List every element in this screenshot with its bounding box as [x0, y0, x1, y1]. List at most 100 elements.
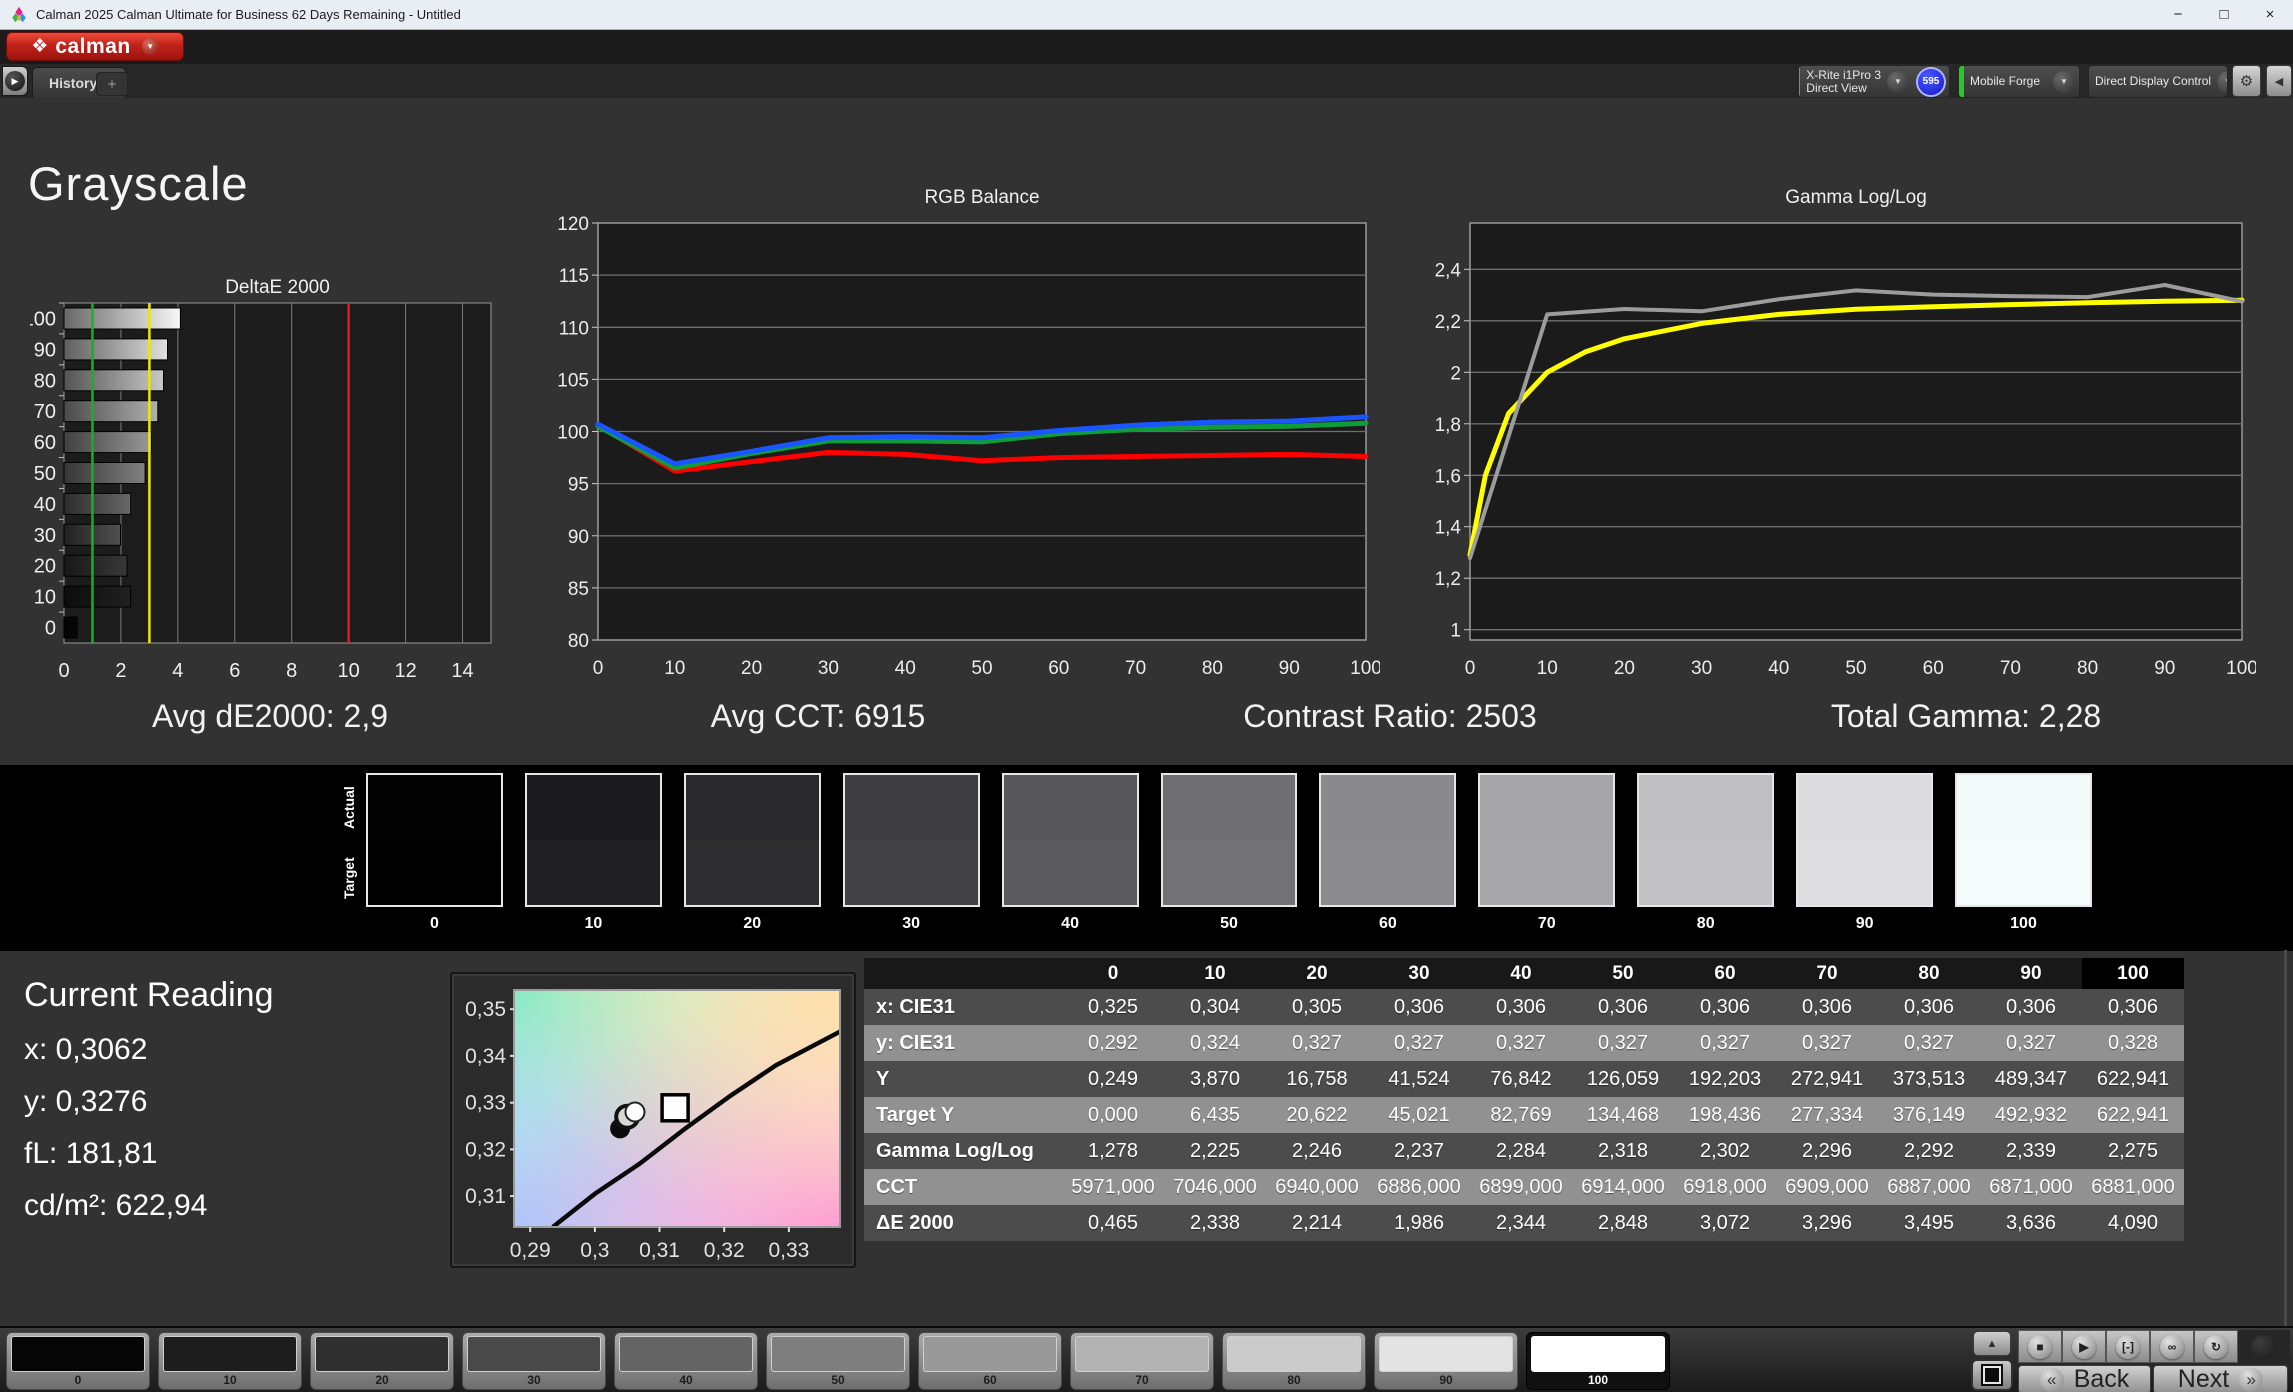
level-button-40[interactable]: 40 — [614, 1332, 758, 1390]
table-cell: 0,304 — [1164, 989, 1266, 1025]
display-control-dropdown[interactable]: Direct Display Control ▼ — [2088, 65, 2228, 98]
svg-text:95: 95 — [568, 475, 589, 496]
svg-text:Gamma Log/Log: Gamma Log/Log — [1785, 187, 1927, 208]
svg-text:120: 120 — [557, 214, 589, 235]
level-label: 30 — [467, 1372, 601, 1387]
table-cell: 6871,000 — [1980, 1169, 2082, 1205]
maximize-button[interactable]: □ — [2201, 0, 2247, 29]
svg-text:90: 90 — [34, 339, 56, 361]
level-button-100[interactable]: 100 — [1526, 1332, 1670, 1390]
target-half — [1004, 840, 1137, 905]
level-button-10[interactable]: 10 — [158, 1332, 302, 1390]
target-half — [1957, 840, 2090, 905]
column-header-40: 40 — [1470, 958, 1572, 989]
table-cell: 272,941 — [1776, 1061, 1878, 1097]
table-cell: 0,000 — [1062, 1097, 1164, 1133]
meter-count-badge: 595 — [1916, 67, 1946, 97]
sidebar-expand-button[interactable]: ▶ — [2, 66, 28, 96]
level-button-90[interactable]: 90 — [1374, 1332, 1518, 1390]
current-reading-title: Current Reading — [24, 976, 273, 1015]
pattern-window-button[interactable]: [-] — [2106, 1330, 2150, 1363]
actual-half — [1480, 775, 1613, 840]
svg-text:1,2: 1,2 — [1435, 569, 1461, 590]
table-cell: 492,932 — [1980, 1097, 2082, 1133]
svg-text:60: 60 — [1048, 658, 1069, 679]
calman-menu-button[interactable]: ❖ calman ▼ — [6, 32, 184, 61]
target-half — [368, 840, 501, 905]
swatch-actual-target — [1002, 773, 1139, 907]
pattern-window-toggle-button[interactable] — [1971, 1359, 2013, 1391]
level-button-60[interactable]: 60 — [918, 1332, 1062, 1390]
table-cell: 76,842 — [1470, 1061, 1572, 1097]
svg-text:0,31: 0,31 — [639, 1239, 680, 1262]
table-cell: 2,246 — [1266, 1133, 1368, 1169]
level-button-50[interactable]: 50 — [766, 1332, 910, 1390]
svg-text:0: 0 — [1465, 658, 1476, 679]
level-button-0[interactable]: 0 — [6, 1332, 150, 1390]
svg-text:2,2: 2,2 — [1435, 312, 1461, 333]
svg-text:0,33: 0,33 — [768, 1239, 809, 1262]
svg-text:0,35: 0,35 — [465, 998, 506, 1021]
panel-splitter[interactable] — [2284, 950, 2287, 1330]
target-half — [1321, 840, 1454, 905]
grayscale-swatch-100: 100 — [1955, 773, 2092, 945]
table-cell: 6914,000 — [1572, 1169, 1674, 1205]
table-cell: 0,327 — [1776, 1025, 1878, 1061]
play-icon: ▶ — [2072, 1335, 2096, 1359]
strip-row-label: Target — [338, 843, 360, 913]
swatch-level-label: 80 — [1637, 907, 1774, 941]
pattern-source-dropdown[interactable]: Mobile Forge ▼ — [1958, 65, 2080, 98]
level-label: 70 — [1075, 1372, 1209, 1387]
table-cell: 6918,000 — [1674, 1169, 1776, 1205]
svg-text:2: 2 — [115, 660, 126, 682]
table-cell: 2,296 — [1776, 1133, 1878, 1169]
level-button-20[interactable]: 20 — [310, 1332, 454, 1390]
actual-half — [1321, 775, 1454, 840]
table-row: Gamma Log/Log1,2782,2252,2462,2372,2842,… — [864, 1133, 2184, 1169]
table-cell: 0,327 — [1266, 1025, 1368, 1061]
calman-app-icon — [10, 6, 28, 24]
minimize-button[interactable]: − — [2155, 0, 2201, 29]
stop-button[interactable]: ■ — [2018, 1330, 2062, 1363]
close-button[interactable]: × — [2247, 0, 2293, 29]
level-swatch — [1075, 1336, 1209, 1372]
pattern-level-toolbar: 0102030405060708090100 ▲ ■▶[-]∞↻ « Back … — [0, 1326, 2293, 1392]
svg-text:40: 40 — [34, 494, 56, 516]
actual-half — [686, 775, 819, 840]
table-cell: 4,090 — [2082, 1205, 2184, 1241]
table-cell: 0,306 — [1368, 989, 1470, 1025]
level-button-30[interactable]: 30 — [462, 1332, 606, 1390]
table-cell: 0,465 — [1062, 1205, 1164, 1241]
next-button[interactable]: Next » — [2153, 1365, 2288, 1392]
stop-icon: ■ — [2028, 1335, 2052, 1359]
svg-text:80: 80 — [568, 631, 589, 652]
level-button-70[interactable]: 70 — [1070, 1332, 1214, 1390]
svg-text:30: 30 — [818, 658, 839, 679]
swatch-level-label: 90 — [1796, 907, 1933, 941]
swatch-level-label: 0 — [366, 907, 503, 941]
table-cell: 3,495 — [1878, 1205, 1980, 1241]
actual-half — [1163, 775, 1296, 840]
table-cell: 5971,000 — [1062, 1169, 1164, 1205]
level-label: 20 — [315, 1372, 449, 1387]
continuous-button[interactable]: ∞ — [2150, 1330, 2194, 1363]
page-title: Grayscale — [28, 156, 249, 211]
meter-dropdown[interactable]: X-Rite i1Pro 3Direct View ▼ 595 — [1798, 65, 1950, 98]
chevron-down-icon: ▼ — [2053, 71, 2075, 93]
settings-button[interactable]: ⚙ — [2232, 65, 2261, 97]
add-tab-button[interactable]: + — [96, 72, 128, 96]
grayscale-swatch-30: 30 — [843, 773, 980, 945]
summary-stat: Contrast Ratio: 2503 — [1243, 698, 1537, 735]
play-button[interactable]: ▶ — [2062, 1330, 2106, 1363]
pattern-square-icon — [1983, 1366, 2001, 1384]
table-cell: 1,986 — [1368, 1205, 1470, 1241]
collapse-panel-button[interactable]: ◀ — [2266, 65, 2292, 97]
level-button-80[interactable]: 80 — [1222, 1332, 1366, 1390]
row-label: ΔE 2000 — [864, 1205, 1062, 1241]
toolbar-expand-button[interactable]: ▲ — [1973, 1331, 2011, 1356]
meter-label: X-Rite i1Pro 3Direct View — [1800, 69, 1887, 95]
svg-text:115: 115 — [559, 266, 589, 287]
back-button[interactable]: « Back — [2018, 1365, 2151, 1392]
source-label: Mobile Forge — [1964, 75, 2046, 88]
refresh-button[interactable]: ↻ — [2194, 1330, 2238, 1363]
